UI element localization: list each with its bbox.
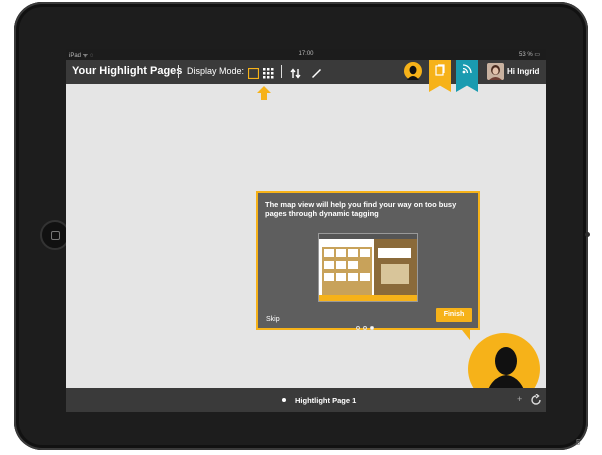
ipad-frame: iPad ᯤ ◌ 17:00 53 % ▭ Your Highlight Pag… — [14, 2, 590, 450]
top-toolbar: Your Highlight Pages Display Mode: Hi In… — [66, 60, 546, 92]
tooltip-text: The map view will help you find your way… — [265, 200, 457, 218]
slide-number: 5 — [576, 438, 581, 447]
display-mode-label: Display Mode: — [187, 66, 245, 76]
camera-icon — [585, 232, 590, 237]
user-greeting[interactable]: Hi Ingrid — [507, 67, 539, 76]
sort-icon[interactable] — [290, 66, 301, 84]
page-title: Your Highlight Pages — [72, 65, 183, 77]
map-view-preview-image — [318, 233, 418, 302]
guide-avatar-small-icon[interactable] — [404, 62, 422, 85]
rss-feed-icon[interactable] — [456, 60, 478, 92]
page-dot-active[interactable] — [370, 326, 374, 330]
refresh-icon[interactable] — [530, 393, 542, 411]
bottom-bar: Hightlight Page 1 + — [66, 388, 546, 412]
page-indicator — [356, 317, 377, 335]
status-time: 17:00 — [298, 51, 314, 57]
grid-view-icon[interactable] — [263, 66, 274, 84]
skip-link[interactable]: Skip — [266, 316, 280, 323]
screen: iPad ᯤ ◌ 17:00 53 % ▭ Your Highlight Pag… — [66, 49, 546, 412]
user-avatar[interactable] — [487, 63, 504, 80]
tooltip-tail — [462, 330, 470, 340]
divider — [281, 65, 282, 78]
pen-icon[interactable] — [311, 66, 322, 84]
finish-button[interactable]: Finish — [436, 308, 472, 322]
bookmark-pages-icon[interactable] — [429, 60, 451, 92]
bullet-icon — [282, 398, 286, 402]
divider — [178, 65, 179, 78]
list-view-icon[interactable] — [247, 66, 260, 84]
status-battery: 53 % ▭ — [518, 52, 540, 58]
current-page-label[interactable]: Hightlight Page 1 — [295, 396, 356, 405]
page-dot[interactable] — [356, 326, 360, 330]
page-dot[interactable] — [363, 326, 367, 330]
add-icon[interactable]: + — [517, 394, 522, 404]
onboarding-tooltip: The map view will help you find your way… — [256, 191, 480, 330]
arrow-up-icon — [257, 86, 271, 105]
status-bar: iPad ᯤ ◌ 17:00 53 % ▭ — [66, 49, 546, 60]
